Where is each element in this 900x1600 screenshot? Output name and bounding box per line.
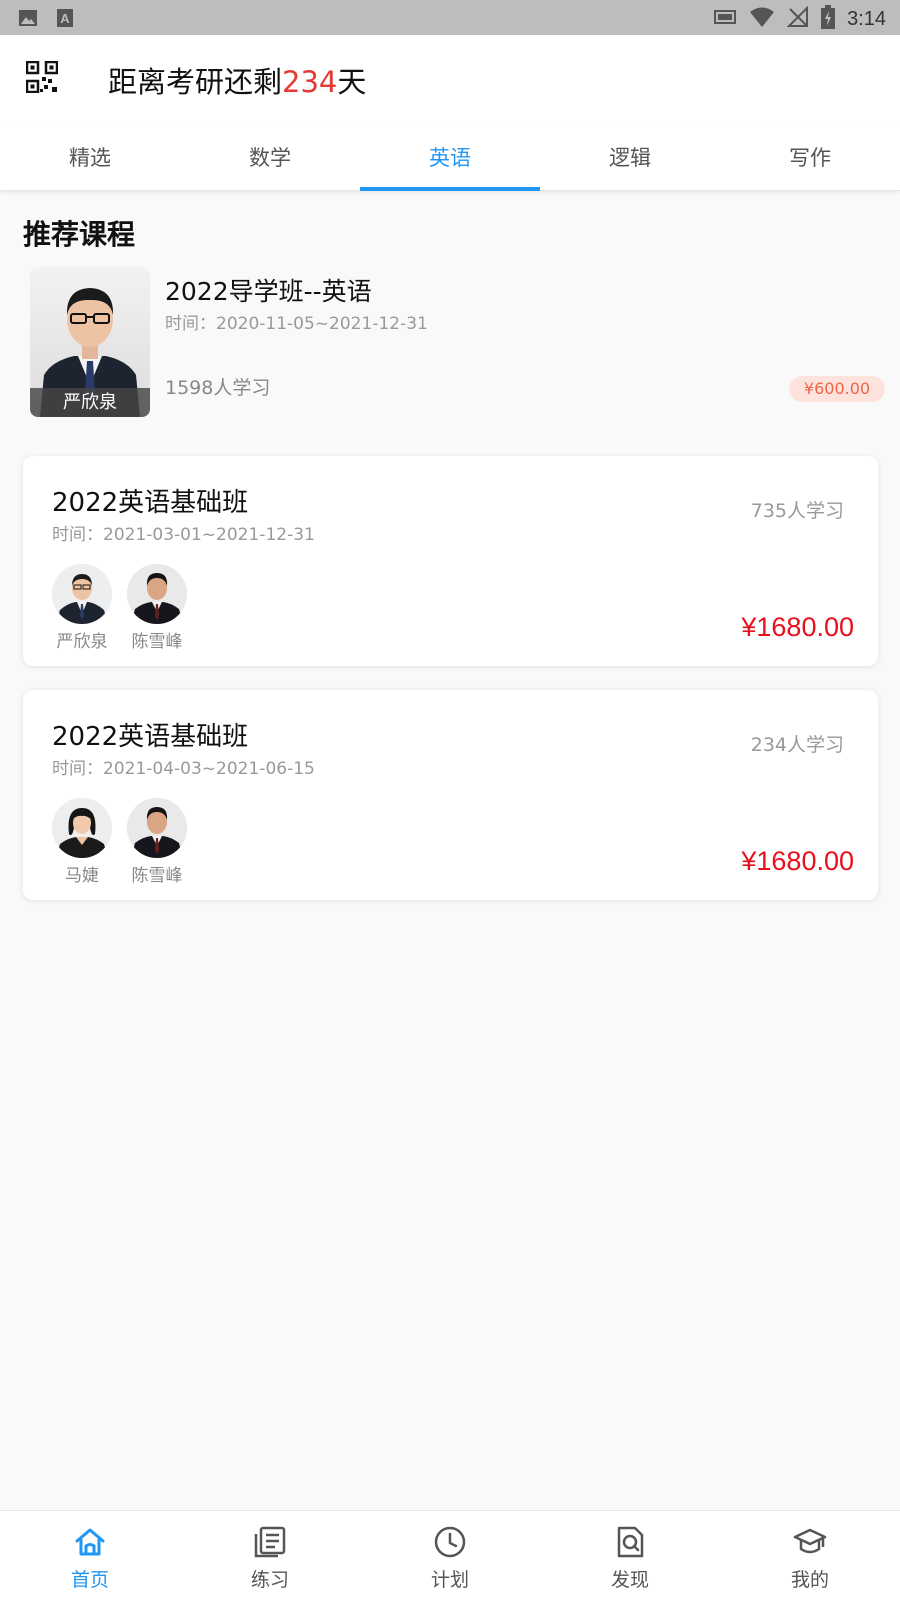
course-card[interactable]: 2022英语基础班 时间：2021-04-03~2021-06-15 234人学…: [23, 690, 878, 900]
nav-home-label: 首页: [70, 1569, 109, 1591]
top-bar: 距离考研还剩234天: [0, 35, 900, 121]
teacher[interactable]: 严欣泉: [52, 564, 112, 652]
course-title: 2022英语基础班: [52, 722, 249, 752]
course-time: 时间：2021-03-01~2021-12-31: [52, 525, 315, 545]
font-notification-icon: A: [56, 8, 74, 32]
tab-writing[interactable]: 写作: [720, 121, 900, 190]
graduation-cap-icon: [793, 1525, 827, 1559]
learner-count: 234人学习: [750, 734, 844, 756]
countdown-days: 234: [282, 65, 338, 99]
teacher-photo: 严欣泉: [30, 267, 150, 417]
course-card[interactable]: 2022英语基础班 时间：2021-03-01~2021-12-31 735人学…: [23, 456, 878, 666]
recommended-course[interactable]: 严欣泉 2022导学班--英语 时间：2020-11-05~2021-12-31…: [30, 267, 885, 417]
course-time: 时间：2020-11-05~2021-12-31: [165, 314, 428, 334]
teacher-name: 严欣泉: [56, 632, 108, 652]
teacher[interactable]: 马婕: [52, 798, 112, 886]
discover-icon: [613, 1525, 647, 1559]
course-title: 2022英语基础班: [52, 488, 249, 518]
teacher-name: 陈雪峰: [131, 632, 183, 652]
battery-charging-icon: [821, 5, 836, 33]
teacher-name: 陈雪峰: [131, 866, 183, 886]
teacher-avatar: [127, 798, 187, 858]
course-price: ¥1680.00: [741, 612, 854, 642]
nav-practice-label: 练习: [250, 1569, 289, 1591]
countdown-prefix: 距离考研还剩: [108, 65, 283, 99]
teacher-list: 马婕 陈雪峰: [52, 798, 187, 886]
teacher-avatar: [52, 798, 112, 858]
wifi-icon: [749, 6, 775, 32]
tab-logic[interactable]: 逻辑: [540, 121, 720, 190]
tab-selected[interactable]: 精选: [0, 121, 180, 190]
nav-home[interactable]: 首页: [0, 1511, 180, 1600]
svg-text:A: A: [60, 11, 70, 26]
tab-english[interactable]: 英语: [360, 121, 540, 191]
tab-math[interactable]: 数学: [180, 121, 360, 190]
home-icon: [73, 1525, 107, 1559]
course-time: 时间：2021-04-03~2021-06-15: [52, 759, 315, 779]
clock-time: 3:14: [847, 7, 886, 30]
cast-icon: [713, 8, 737, 30]
nav-discover-label: 发现: [610, 1569, 649, 1591]
teacher-name: 马婕: [65, 866, 99, 886]
bottom-nav: 首页 练习 计划 发现 我的: [0, 1510, 900, 1600]
teacher[interactable]: 陈雪峰: [127, 798, 187, 886]
teacher-name: 严欣泉: [30, 388, 150, 417]
learner-count: 1598人学习: [165, 377, 271, 399]
price-tag: ¥600.00: [789, 376, 885, 402]
nav-discover[interactable]: 发现: [540, 1511, 720, 1600]
teacher[interactable]: 陈雪峰: [127, 564, 187, 652]
section-title: 推荐课程: [23, 218, 136, 251]
nav-mine-label: 我的: [790, 1569, 829, 1591]
course-price: ¥1680.00: [741, 846, 854, 876]
clock-icon: [433, 1525, 467, 1559]
nav-practice[interactable]: 练习: [180, 1511, 360, 1600]
status-bar: A 3:14: [0, 0, 900, 35]
teacher-avatar: [127, 564, 187, 624]
learner-count: 735人学习: [750, 500, 844, 522]
subject-tabs: 精选 数学 英语 逻辑 写作: [0, 121, 900, 191]
exam-countdown: 距离考研还剩234天: [108, 59, 366, 101]
course-title: 2022导学班--英语: [165, 277, 372, 306]
no-signal-icon: [786, 5, 809, 32]
teacher-avatar: [52, 564, 112, 624]
qr-scan-icon[interactable]: [25, 60, 59, 94]
nav-plan-label: 计划: [430, 1569, 469, 1591]
teacher-list: 严欣泉 陈雪峰: [52, 564, 187, 652]
nav-plan[interactable]: 计划: [360, 1511, 540, 1600]
countdown-suffix: 天: [337, 65, 367, 99]
gallery-notification-icon: [18, 8, 38, 32]
nav-mine[interactable]: 我的: [720, 1511, 900, 1600]
practice-icon: [253, 1525, 287, 1559]
